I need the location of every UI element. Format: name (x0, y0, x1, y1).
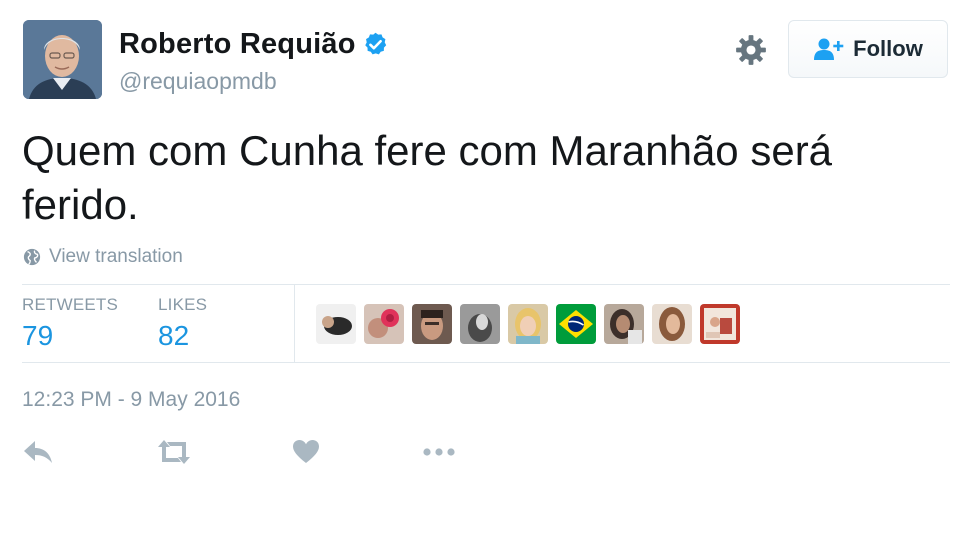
follow-label: Follow (853, 36, 923, 61)
reply-icon[interactable] (22, 438, 54, 466)
likers-list (316, 304, 740, 344)
retweets-count: 79 (22, 320, 54, 351)
tweet-stats: RETWEETS 79 LIKES 82 (22, 284, 950, 363)
retweets-label: RETWEETS (22, 295, 119, 314)
more-icon[interactable] (422, 438, 456, 466)
liker-avatar[interactable] (364, 304, 404, 344)
gear-icon[interactable] (734, 33, 768, 67)
like-icon[interactable] (292, 438, 320, 466)
stats-divider (294, 285, 295, 362)
likes-label: LIKES (158, 295, 208, 314)
liker-avatar[interactable] (412, 304, 452, 344)
liker-avatar[interactable] (316, 304, 356, 344)
avatar[interactable] (23, 20, 102, 99)
globe-icon (23, 248, 41, 266)
liker-avatar[interactable] (700, 304, 740, 344)
likes-stat[interactable]: LIKES 82 (158, 295, 207, 352)
tweet-timestamp[interactable]: 12:23 PM - 9 May 2016 (22, 388, 240, 412)
follow-button[interactable]: Follow (788, 20, 948, 78)
brazil-flag-avatar[interactable] (556, 304, 596, 344)
retweets-stat[interactable]: RETWEETS 79 (22, 295, 118, 352)
display-name[interactable]: Roberto Requião (119, 28, 356, 61)
liker-avatar[interactable] (652, 304, 692, 344)
view-translation-link[interactable]: View translation (23, 246, 183, 268)
liker-avatar[interactable] (460, 304, 500, 344)
liker-avatar[interactable] (604, 304, 644, 344)
tweet-text: Quem com Cunha fere com Maranhão será fe… (22, 127, 833, 228)
add-user-icon (814, 38, 844, 60)
likes-count: 82 (158, 320, 190, 351)
retweet-icon[interactable] (156, 438, 192, 466)
liker-avatar[interactable] (508, 304, 548, 344)
profile-photo (23, 20, 102, 99)
verified-badge-icon (364, 32, 386, 55)
user-name-row[interactable]: Roberto Requião (119, 28, 389, 61)
user-handle[interactable]: @requiaopmdb (119, 68, 277, 95)
view-translation-label: View translation (49, 246, 183, 267)
